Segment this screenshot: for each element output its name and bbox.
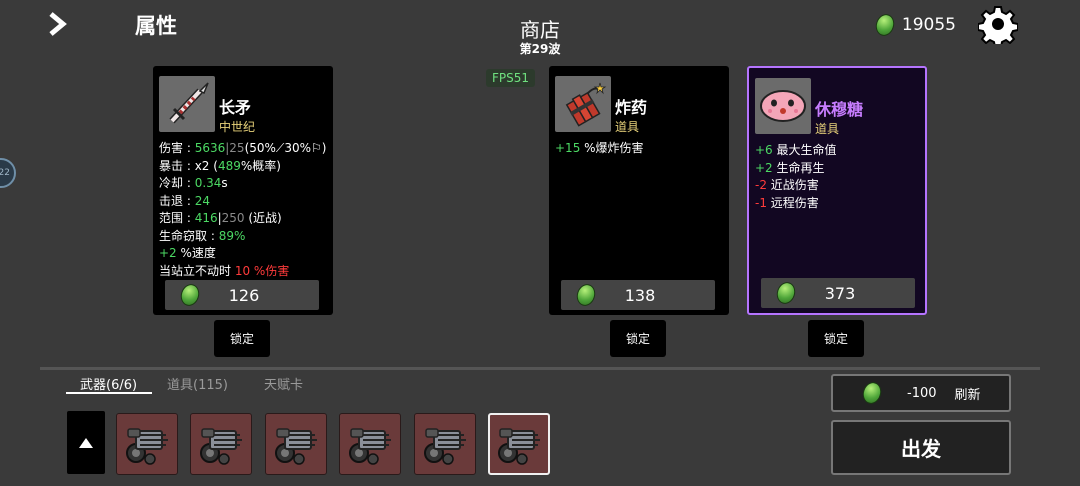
lock-button[interactable]: 锁定 <box>808 320 864 357</box>
weapon-slot[interactable] <box>190 413 253 475</box>
effect-line: +15 %爆炸伤害 <box>555 141 644 155</box>
item-stats: 伤害 : 5636|25(50%⟋30%⚐) 暴击 : x2 (489%概率) … <box>159 140 329 280</box>
settings-gear-icon[interactable] <box>977 4 1019 48</box>
buy-button[interactable]: 126 <box>165 280 319 310</box>
effect-line: +6 最大生命值 <box>755 143 837 157</box>
currency-display: 19055 <box>872 11 956 39</box>
minigun-icon <box>423 428 466 465</box>
minigun-icon <box>200 428 243 465</box>
fps-counter: FPS51 <box>486 69 536 87</box>
tab-weapons[interactable]: 武器(6/6) <box>80 374 137 393</box>
item-name: 炸药 <box>615 98 648 117</box>
shop-card-dynamite[interactable]: 炸药 道具 +15 %爆炸伤害 138 <box>549 66 729 315</box>
spear-icon <box>159 76 215 132</box>
currency-amount: 19055 <box>901 15 956 35</box>
gem-icon <box>872 11 897 39</box>
stat-standstill: 当站立不动时 10 %伤害 <box>159 263 290 278</box>
buy-button[interactable]: 138 <box>561 280 715 310</box>
effect-line: +2 生命再生 <box>755 160 825 175</box>
effect-line: -2 近战伤害 <box>755 178 819 192</box>
buy-button[interactable]: 373 <box>761 278 915 308</box>
page-heading[interactable]: 属性 <box>135 10 177 40</box>
price-value: 373 <box>824 283 856 303</box>
weapon-slot[interactable] <box>264 413 327 475</box>
stat-cooldown: 冷却 : 0.34s <box>159 176 228 190</box>
effect-line: -1 远程伤害 <box>755 195 819 210</box>
lock-button[interactable]: 锁定 <box>214 320 270 357</box>
price-value: 126 <box>228 285 260 305</box>
weapon-slot[interactable] <box>339 413 402 475</box>
panel-divider <box>40 367 1040 370</box>
refresh-button[interactable]: -100 刷新 <box>831 374 1011 412</box>
minigun-icon <box>126 428 168 465</box>
item-name: 长矛 <box>219 98 252 117</box>
shop-card-candy[interactable]: 休穆糖 道具 +6 最大生命值 +2 生命再生 -2 近战伤害 -1 远程伤害 … <box>747 66 927 315</box>
weapon-slot[interactable] <box>488 413 550 475</box>
candy-icon <box>755 78 811 134</box>
refresh-cost: -100 <box>907 385 937 401</box>
item-effects: +15 %爆炸伤害 <box>555 140 725 158</box>
shop-card-spear[interactable]: 长矛 中世纪 伤害 : 5636|25(50%⟋30%⚐) 暴击 : x2 (4… <box>153 66 333 315</box>
scroll-up-button[interactable] <box>67 411 105 474</box>
tab-underline <box>66 392 152 394</box>
lock-button[interactable]: 锁定 <box>610 320 666 357</box>
minigun-icon <box>274 428 317 465</box>
stat-range: 范围 : 416|250 (近战) <box>159 211 282 225</box>
stat-lifesteal: 生命窃取 : 89% <box>159 228 246 243</box>
item-type: 道具 <box>815 122 840 136</box>
item-name: 休穆糖 <box>815 100 864 119</box>
refresh-label: 刷新 <box>954 387 981 403</box>
stat-speed: +2 %速度 <box>159 246 216 260</box>
item-type: 道具 <box>615 120 640 134</box>
wave-label: 第29波 <box>519 42 561 56</box>
price-value: 138 <box>624 285 656 305</box>
stat-knockback: 击退 : 24 <box>159 193 210 208</box>
side-orb-icon[interactable]: 22 <box>0 158 16 188</box>
stat-damage: 伤害 : 5636|25(50%⟋30%⚐) <box>159 141 327 155</box>
tab-items[interactable]: 道具(115) <box>167 374 228 393</box>
gem-icon <box>860 379 884 407</box>
back-chevron-icon[interactable] <box>44 10 72 38</box>
triangle-up-icon <box>79 437 93 448</box>
dynamite-icon <box>555 76 611 132</box>
weapon-slot[interactable] <box>413 413 476 475</box>
weapon-slot[interactable] <box>116 413 178 475</box>
minigun-icon <box>498 428 540 465</box>
minigun-icon <box>349 428 392 465</box>
stat-crit: 暴击 : x2 (489%概率) <box>159 158 281 173</box>
tab-talents[interactable]: 天赋卡 <box>264 374 303 393</box>
depart-button[interactable]: 出发 <box>831 420 1011 475</box>
item-effects: +6 最大生命值 +2 生命再生 -2 近战伤害 -1 远程伤害 <box>755 142 925 212</box>
item-type: 中世纪 <box>219 120 256 134</box>
shop-title: 商店 <box>520 18 560 42</box>
